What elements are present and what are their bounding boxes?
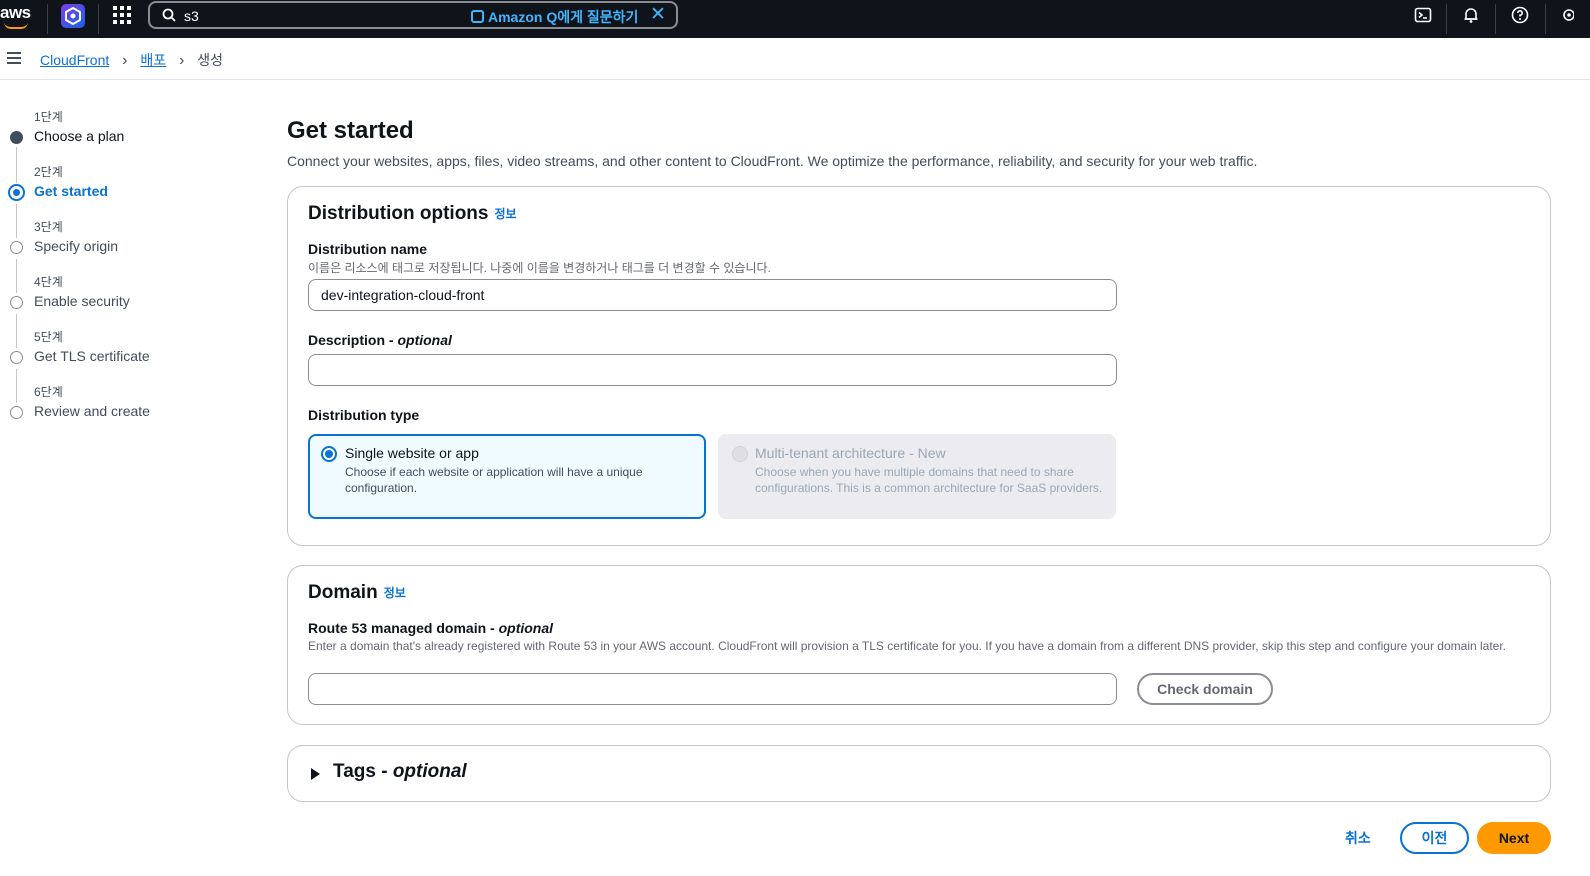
tags-panel[interactable]: Tags - optional (287, 745, 1551, 802)
notifications-bell-icon[interactable] (1462, 6, 1480, 24)
info-link[interactable]: 정보 (494, 207, 516, 221)
services-grid-icon[interactable] (113, 6, 131, 24)
top-navigation: aws Amazon Q에게 질문하기 ✕ (0, 0, 1590, 38)
aws-logo[interactable]: aws (0, 3, 34, 33)
tile-title: Single website or app (345, 445, 479, 461)
cloudshell-icon[interactable] (1414, 6, 1432, 24)
search-icon (162, 8, 176, 22)
nav-divider (1495, 4, 1496, 34)
nav-divider (47, 4, 48, 34)
breadcrumb-current: 생성 (197, 52, 224, 68)
tile-description: Choose when you have multiple domains th… (755, 465, 1103, 495)
nav-divider (1545, 4, 1546, 34)
step-pending-icon (10, 406, 23, 419)
check-domain-button[interactable]: Check domain (1137, 673, 1273, 705)
step-number: 6단계 (34, 385, 63, 399)
distribution-type-label: Distribution type (308, 407, 420, 423)
type-tile-multi-tenant: Multi-tenant architecture - New Choose w… (718, 434, 1116, 519)
step-number: 2단계 (34, 165, 63, 179)
step-pending-icon (10, 241, 23, 254)
optional-marker: optional (397, 332, 452, 348)
domain-title: Domain (308, 582, 378, 603)
distribution-options-title: Distribution options (308, 203, 489, 224)
search-bar[interactable]: Amazon Q에게 질문하기 ✕ (148, 1, 678, 29)
step-current-icon (8, 184, 25, 201)
chevron-right-icon: › (122, 52, 128, 69)
settings-gear-icon[interactable] (1560, 6, 1574, 24)
wizard-step-6: 6단계 Review and create (0, 377, 260, 432)
amazon-q-small-icon (471, 10, 484, 23)
step-number: 3단계 (34, 220, 63, 234)
next-button[interactable]: Next (1477, 822, 1551, 854)
aws-smile-icon (4, 22, 28, 29)
step-pending-icon (10, 351, 23, 364)
domain-heading: Domain 정보 (308, 582, 406, 604)
wizard-step-1[interactable]: 1단계 Choose a plan (0, 102, 260, 157)
step-label: Get started (34, 183, 108, 199)
type-tile-single-website[interactable]: Single website or app Choose if each web… (308, 434, 706, 519)
step-number: 1단계 (34, 110, 63, 124)
nav-divider (1446, 4, 1447, 34)
wizard-step-5: 5단계 Get TLS certificate (0, 322, 260, 377)
route53-label: Route 53 managed domain - optional (308, 620, 553, 636)
info-link[interactable]: 정보 (384, 586, 406, 600)
optional-marker: optional (498, 620, 554, 636)
route53-domain-input[interactable] (308, 673, 1117, 705)
step-number: 4단계 (34, 275, 63, 289)
close-icon[interactable]: ✕ (650, 5, 666, 25)
aws-logo-text: aws (0, 3, 31, 22)
breadcrumb-bar: CloudFront › 배포 › 생성 (0, 38, 1590, 80)
caret-right-icon[interactable] (311, 768, 320, 780)
description-label: Description - optional (308, 332, 452, 348)
step-number: 5단계 (34, 330, 63, 344)
distribution-name-input[interactable] (308, 279, 1117, 311)
page-title: Get started (287, 117, 414, 144)
wizard-step-2[interactable]: 2단계 Get started (0, 157, 260, 212)
breadcrumb-cloudfront[interactable]: CloudFront (40, 52, 109, 68)
distribution-name-label: Distribution name (308, 241, 428, 257)
amazon-q-icon[interactable] (61, 4, 85, 28)
distribution-name-hint: 이름은 리소스에 태그로 저장됩니다. 나중에 이름을 변경하거나 태그를 더 … (308, 261, 771, 275)
page-description: Connect your websites, apps, files, vide… (287, 153, 1258, 169)
nav-divider (98, 4, 99, 34)
menu-icon[interactable] (7, 52, 21, 64)
radio-selected-icon[interactable] (321, 446, 337, 462)
domain-panel: Domain 정보 Route 53 managed domain - optio… (287, 565, 1551, 725)
step-pending-icon (10, 296, 23, 309)
step-label: Review and create (34, 403, 150, 419)
step-complete-icon (10, 131, 23, 144)
description-label-text: Description - (308, 332, 398, 348)
step-label: Specify origin (34, 238, 119, 254)
breadcrumb-distributions[interactable]: 배포 (140, 52, 166, 68)
chevron-right-icon: › (179, 52, 185, 69)
step-label: Enable security (34, 293, 130, 309)
tags-heading[interactable]: Tags - optional (333, 761, 467, 783)
wizard-step-3: 3단계 Specify origin (0, 212, 260, 267)
tags-title: Tags - (333, 761, 393, 782)
route53-label-text: Route 53 managed domain - (308, 620, 499, 636)
step-label: Choose a plan (34, 128, 125, 144)
radio-disabled-icon (732, 446, 748, 462)
tile-title: Multi-tenant architecture - New (755, 445, 946, 461)
optional-marker: optional (392, 761, 467, 782)
description-input[interactable] (308, 354, 1117, 386)
route53-hint: Enter a domain that's already registered… (308, 639, 1507, 653)
tile-description: Choose if each website or application wi… (345, 465, 643, 495)
wizard-step-4: 4단계 Enable security (0, 267, 260, 322)
distribution-options-panel: Distribution options 정보 Distribution name… (287, 186, 1551, 546)
search-input[interactable] (184, 6, 384, 26)
ask-amazon-q-label: Amazon Q에게 질문하기 (488, 9, 639, 25)
step-label: Get TLS certificate (34, 348, 150, 364)
breadcrumb: CloudFront › 배포 › 생성 (40, 50, 223, 70)
ask-amazon-q-link[interactable]: Amazon Q에게 질문하기 (471, 7, 638, 27)
cancel-button[interactable]: 취소 (1345, 828, 1371, 848)
distribution-options-heading: Distribution options 정보 (308, 203, 517, 225)
help-icon[interactable] (1511, 6, 1529, 24)
previous-button[interactable]: 이전 (1400, 822, 1469, 854)
